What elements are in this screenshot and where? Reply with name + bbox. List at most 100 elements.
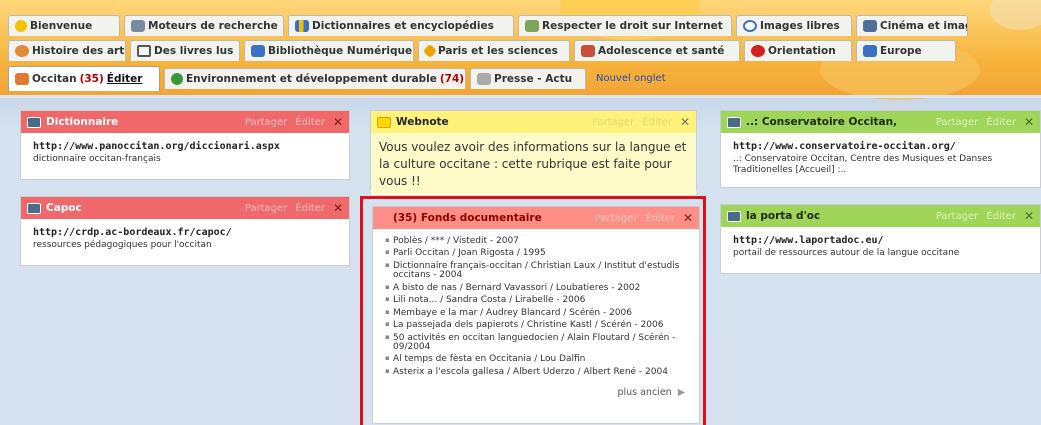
- tab-occitan[interactable]: Occitan (35) Éditer: [8, 66, 160, 91]
- link-icon: [727, 116, 741, 128]
- tab-bienvenue[interactable]: Bienvenue: [8, 15, 120, 36]
- tab-label: Bienvenue: [30, 20, 93, 32]
- widget-url[interactable]: http://crdp.ac-bordeaux.fr/capoc/: [33, 227, 337, 238]
- widget-url[interactable]: http://www.conservatoire-occitan.org/: [733, 141, 1028, 152]
- webnote-text[interactable]: Vous voulez avoir des informations sur l…: [371, 133, 696, 196]
- edit-link[interactable]: Éditer: [986, 211, 1016, 222]
- edit-link[interactable]: Éditer: [986, 117, 1016, 128]
- widget-webnote: Webnote Partager Éditer ✕ Vous voulez av…: [370, 110, 697, 196]
- widget-url[interactable]: http://www.panoccitan.org/diccionari.asp…: [33, 141, 337, 152]
- newspaper-icon: [477, 73, 491, 85]
- list-item[interactable]: 50 activités en occitan languedocien / A…: [385, 333, 687, 353]
- close-icon[interactable]: ✕: [683, 211, 693, 225]
- widget-header[interactable]: la porta d'oc Partager Éditer ✕: [721, 205, 1040, 227]
- tab-presse-actu[interactable]: Presse - Actu: [470, 68, 586, 89]
- list-item[interactable]: A bisto de nas / Bernard Vavassori / Lou…: [385, 283, 687, 293]
- widget-header[interactable]: ..: Conservatoire Occitan, Partager Édit…: [721, 111, 1040, 133]
- link-icon: [727, 210, 741, 222]
- widget-header[interactable]: (35) Fonds documentaire Partager Éditer …: [373, 207, 699, 229]
- arrow-right-icon: ▶: [677, 387, 685, 399]
- edit-link[interactable]: Éditer: [645, 213, 675, 224]
- widget-url[interactable]: http://www.laportadoc.eu/: [733, 235, 1028, 246]
- tab-label: Adolescence et santé: [598, 45, 725, 57]
- tab-count: (35): [79, 73, 104, 85]
- widget-header[interactable]: Webnote Partager Éditer ✕: [371, 111, 696, 133]
- map-icon: [863, 45, 877, 57]
- tab-dictionnaires[interactable]: Dictionnaires et encyclopédies: [288, 15, 514, 36]
- document-list: Poblès / *** / Vistedit - 2007 Parli Occ…: [385, 236, 687, 377]
- book-icon: [251, 45, 265, 57]
- tab-livres-lus[interactable]: Des livres lus: [130, 40, 240, 61]
- list-item[interactable]: Dictionnaire français-occitan / Christia…: [385, 261, 687, 281]
- close-icon[interactable]: ✕: [333, 115, 343, 129]
- list-item[interactable]: Asterix a l'escola gallesa / Albert Uder…: [385, 367, 687, 377]
- tab-label: Europe: [880, 45, 922, 57]
- list-item[interactable]: Al temps de fèsta en Occitania / Lou Dal…: [385, 354, 687, 364]
- widget-description: portail de ressources autour de la langu…: [733, 248, 960, 258]
- share-link[interactable]: Partager: [936, 211, 978, 222]
- list-item[interactable]: Poblès / *** / Vistedit - 2007: [385, 236, 687, 246]
- close-icon[interactable]: ✕: [1024, 115, 1034, 129]
- close-icon[interactable]: ✕: [1024, 209, 1034, 223]
- bar-chart-icon: [295, 20, 309, 32]
- tab-histoire-arts[interactable]: Histoire des arts: [8, 40, 126, 61]
- new-tab-label: Nouvel onglet: [596, 73, 666, 84]
- widget-title: (35) Fonds documentaire: [393, 212, 587, 224]
- person-icon: [581, 45, 595, 57]
- music-note-icon: [137, 45, 151, 57]
- new-tab-button[interactable]: Nouvel onglet: [590, 68, 686, 89]
- edit-link[interactable]: Éditer: [295, 117, 325, 128]
- tab-moteurs[interactable]: Moteurs de recherche: [124, 15, 284, 36]
- widget-description: ..: Conservatoire Occitan, Centre des Mu…: [733, 154, 993, 176]
- list-item[interactable]: Membaye e la mar / Audrey Blancard / Scé…: [385, 308, 687, 318]
- widget-title: Dictionnaire: [46, 116, 119, 128]
- edit-link[interactable]: Éditer: [295, 203, 325, 214]
- older-link[interactable]: plus ancien ▶: [385, 387, 687, 398]
- list-item[interactable]: Parli Occitan / Joan Rigosta / 1995: [385, 248, 687, 258]
- older-link-label: plus ancien: [617, 387, 672, 399]
- widget-count: (35): [393, 212, 418, 224]
- note-icon: [377, 116, 391, 128]
- document-icon: [525, 20, 539, 32]
- share-link[interactable]: Partager: [595, 213, 637, 224]
- star-icon: [422, 43, 438, 59]
- tab-cinema[interactable]: Cinéma et image: [856, 15, 968, 36]
- link-icon: [27, 202, 41, 214]
- close-icon[interactable]: ✕: [680, 115, 690, 129]
- tab-label: Moteurs de recherche: [148, 20, 278, 32]
- edit-tab-link[interactable]: Éditer: [107, 73, 143, 85]
- tab-europe[interactable]: Europe: [856, 40, 956, 61]
- tab-droit-internet[interactable]: Respecter le droit sur Internet: [518, 15, 732, 36]
- tab-images-libres[interactable]: Images libres: [736, 15, 852, 36]
- widget-description: ressources pédagogiques pour l'occitan: [33, 240, 212, 250]
- tab-adolescence[interactable]: Adolescence et santé: [574, 40, 740, 61]
- tab-label: Histoire des arts: [32, 45, 126, 57]
- widget-fonds-documentaire: (35) Fonds documentaire Partager Éditer …: [372, 206, 700, 424]
- widget-title: la porta d'oc: [746, 210, 821, 222]
- tab-environnement[interactable]: Environnement et développement durable (…: [164, 68, 466, 89]
- share-link[interactable]: Partager: [245, 203, 287, 214]
- widget-header[interactable]: Dictionnaire Partager Éditer ✕: [21, 111, 349, 133]
- widget-porta-doc: la porta d'oc Partager Éditer ✕ http://w…: [720, 204, 1041, 274]
- tab-strip-divider: [0, 95, 1041, 98]
- edit-link[interactable]: Éditer: [642, 117, 672, 128]
- widget-title: Capoc: [46, 202, 82, 214]
- widget-title-text: Fonds documentaire: [420, 212, 542, 224]
- eye-icon: [743, 20, 757, 32]
- widget-header[interactable]: Capoc Partager Éditer ✕: [21, 197, 349, 219]
- close-icon[interactable]: ✕: [333, 201, 343, 215]
- share-link[interactable]: Partager: [936, 117, 978, 128]
- smiley-icon: [15, 20, 27, 32]
- tab-orientation[interactable]: Orientation: [744, 40, 852, 61]
- tab-paris-sciences[interactable]: Paris et les sciences: [418, 40, 570, 61]
- tab-bibliotheque[interactable]: Bibliothèque Numérique: [244, 40, 414, 61]
- monitor-icon: [131, 20, 145, 32]
- list-item[interactable]: La passejada dels papierots / Christine …: [385, 320, 687, 330]
- tab-label: Bibliothèque Numérique: [268, 45, 413, 57]
- share-link[interactable]: Partager: [592, 117, 634, 128]
- link-icon: [27, 116, 41, 128]
- widget-title: ..: Conservatoire Occitan,: [746, 116, 898, 128]
- tab-label: Occitan: [32, 73, 77, 85]
- list-item[interactable]: Lili nota... / Sandra Costa / Lirabelle …: [385, 295, 687, 305]
- share-link[interactable]: Partager: [245, 117, 287, 128]
